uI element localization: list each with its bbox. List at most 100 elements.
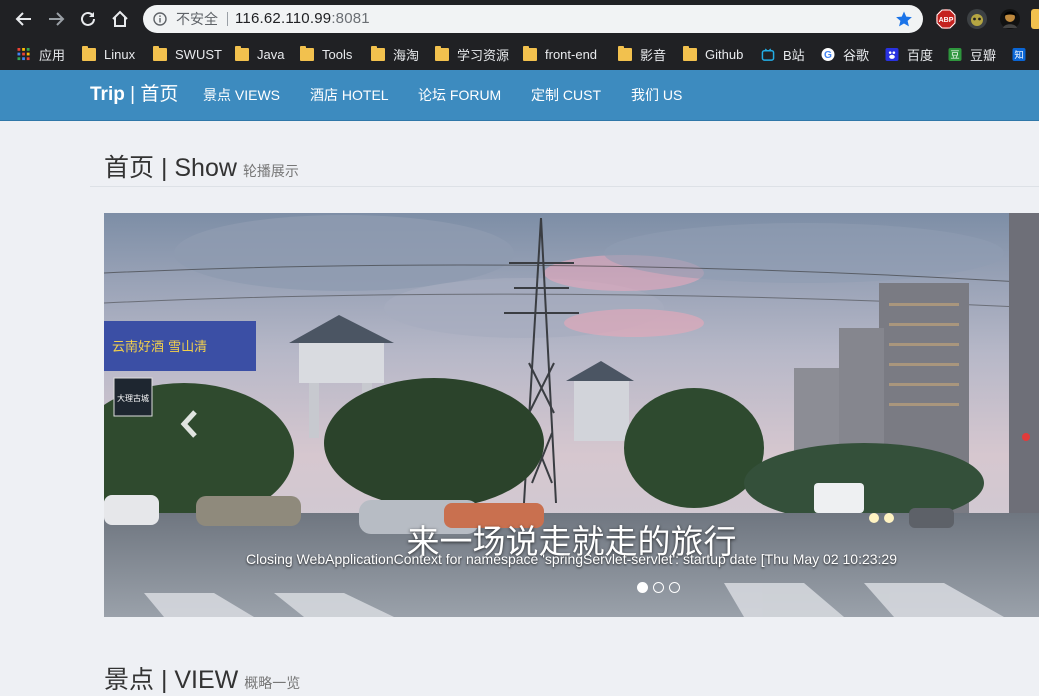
apps-grid-icon (17, 47, 30, 60)
brand-link[interactable]: Trip | 首页 (90, 70, 178, 120)
folder-icon (523, 45, 537, 61)
folder-icon (235, 45, 249, 61)
nav-us[interactable]: 我们 US (631, 70, 682, 120)
bookmark-label: front-end (545, 46, 598, 62)
bookmark-label: 应用 (39, 47, 66, 63)
info-icon[interactable] (153, 12, 167, 26)
url-text[interactable]: 116.62.110.99:8081 (235, 10, 370, 28)
nav-custom[interactable]: 定制 CUST (531, 70, 601, 120)
chevron-left-icon[interactable] (180, 409, 200, 439)
bookmark-label: 学习资源 (457, 47, 510, 63)
bookmarks-bar: 应用 Linux SWUST Java Tools 海淘 学习资源 front-… (0, 38, 1039, 70)
folder-icon (618, 45, 632, 61)
folder-icon (300, 45, 314, 61)
brand-main: Trip (90, 84, 125, 105)
bookmark-linux[interactable]: Linux (82, 38, 135, 70)
bookmark-google[interactable]: G 谷歌 (821, 38, 869, 70)
folder-icon (683, 45, 697, 61)
show-section-title: 首页 | Show 轮播展示 (104, 148, 299, 184)
carousel-indicator[interactable] (637, 582, 648, 593)
bookmark-label: Github (705, 46, 744, 62)
bookmark-label: Java (257, 46, 285, 62)
bookmark-label: Tools (322, 46, 353, 62)
bookmark-label: Linux (104, 46, 136, 62)
bookmark-java[interactable]: Java (235, 38, 284, 70)
url-host: 116.62.110.99 (235, 10, 332, 27)
security-label: 不安全 (176, 11, 218, 27)
carousel-indicator[interactable] (653, 582, 664, 593)
avatar-glyph (1003, 11, 1017, 28)
extension-icon[interactable] (1031, 9, 1039, 29)
carousel-indicators (637, 582, 685, 593)
nav-forum[interactable]: 论坛 FORUM (418, 70, 501, 120)
section-subtitle: 概略一览 (244, 675, 301, 691)
bookmark-study[interactable]: 学习资源 (435, 38, 509, 70)
omnibox-divider (227, 12, 228, 26)
bookmark-label: B站 (783, 47, 805, 63)
bookmark-frontend[interactable]: front-end (523, 38, 597, 70)
billboard-text: 云南好酒 雪山清 (112, 339, 207, 355)
nav-hotel[interactable]: 酒店 HOTEL (310, 70, 389, 120)
brand-sub: 首页 (140, 84, 179, 105)
folder-icon (153, 45, 167, 61)
bookmark-bilibili[interactable]: B站 (761, 38, 805, 70)
image-carousel[interactable]: 云南好酒 雪山清 大理古城 来一场说走就走的旅行 Closing WebAppl… (104, 213, 1039, 617)
site-navbar: Trip | 首页 景点 VIEWS 酒店 HOTEL 论坛 FORUM 定制 … (0, 70, 1039, 121)
address-bar[interactable]: 不安全 116.62.110.99:8081 (143, 5, 923, 33)
bookmark-tools[interactable]: Tools (300, 38, 352, 70)
baidu-icon (885, 47, 899, 61)
section-heading: 景点 | VIEW (104, 666, 239, 694)
bookmark-zhihu[interactable]: 知 (1012, 38, 1034, 70)
section-subtitle: 轮播展示 (242, 163, 299, 179)
section-heading: 首页 | Show (104, 154, 237, 182)
svg-text:ABP: ABP (939, 17, 954, 24)
extension-glyph (971, 14, 983, 26)
abp-icon[interactable]: ABP (936, 9, 956, 29)
folder-icon (82, 45, 96, 61)
folder-icon (371, 45, 385, 61)
douban-icon: 豆 (948, 47, 962, 61)
bookmark-github[interactable]: Github (683, 38, 743, 70)
home-icon (112, 10, 128, 27)
carousel-caption-text: Closing WebApplicationContext for namesp… (246, 551, 897, 567)
svg-text:G: G (824, 50, 832, 61)
abp-badge: ABP (936, 9, 956, 29)
bookmark-baidu[interactable]: 百度 (885, 38, 933, 70)
tampermonkey-icon[interactable] (967, 9, 987, 29)
address-row: 不安全 116.62.110.99:8081 ABP (0, 0, 1039, 38)
view-section-title: 景点 | VIEW 概略一览 (104, 660, 300, 696)
bookmark-swust[interactable]: SWUST (153, 38, 222, 70)
bookmark-label: 影音 (640, 47, 667, 63)
section-divider (90, 186, 1039, 187)
home-button[interactable] (109, 8, 131, 30)
folder-icon (435, 45, 449, 61)
bookmark-label: 谷歌 (843, 47, 870, 63)
bookmark-label: 豆瓣 (970, 47, 997, 63)
forward-button[interactable] (45, 8, 67, 30)
svg-text:豆: 豆 (950, 50, 959, 61)
bookmark-media[interactable]: 影音 (618, 38, 666, 70)
bilibili-icon (761, 47, 775, 61)
bookmark-label: 海淘 (393, 47, 420, 63)
nav-views[interactable]: 景点 VIEWS (203, 70, 280, 120)
arrow-right-icon (49, 12, 65, 26)
back-button[interactable] (13, 8, 35, 30)
bookmark-apps[interactable]: 应用 (17, 38, 65, 70)
bookmark-haitao[interactable]: 海淘 (371, 38, 419, 70)
bookmark-label: SWUST (175, 46, 222, 62)
svg-text:知: 知 (1014, 49, 1023, 61)
url-port: :8081 (331, 10, 370, 27)
google-icon: G (821, 47, 835, 61)
reload-icon (81, 11, 95, 26)
bookmark-star-icon[interactable] (895, 10, 913, 28)
road-sign-text: 大理古城 (117, 393, 149, 403)
arrow-left-icon (15, 12, 31, 26)
profile-avatar-icon[interactable] (1000, 9, 1020, 29)
carousel-indicator[interactable] (669, 582, 680, 593)
reload-button[interactable] (77, 8, 99, 30)
browser-chrome: 不安全 116.62.110.99:8081 ABP 应用 Linux SWUS… (0, 0, 1039, 70)
bookmark-label: 百度 (907, 47, 934, 63)
bookmark-douban[interactable]: 豆 豆瓣 (948, 38, 996, 70)
brand-separator: | (124, 84, 141, 105)
zhihu-icon: 知 (1012, 47, 1026, 61)
